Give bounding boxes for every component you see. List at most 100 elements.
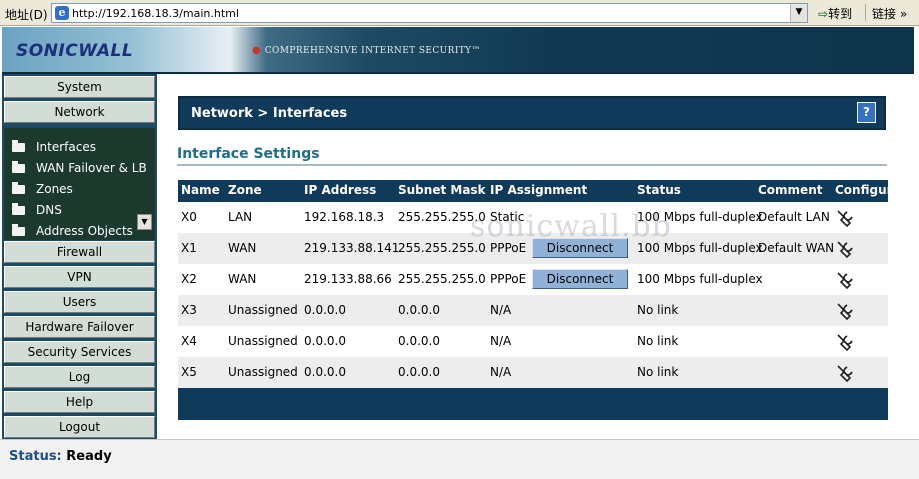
sonicwall-logo: SONICWALL (16, 41, 134, 61)
cell-zone: Unassigned (228, 303, 298, 317)
cell-zone: WAN (228, 241, 257, 255)
go-label: 转到 (828, 7, 853, 21)
configure-icon[interactable] (835, 362, 857, 384)
column-header-assignment: IP Assignment (490, 183, 588, 197)
nav-help[interactable]: Help (4, 391, 155, 413)
status-text: Status: Ready (9, 449, 112, 464)
folder-icon (12, 182, 25, 194)
configure-icon[interactable] (835, 269, 857, 291)
table-row: X3 Unassigned 0.0.0.0 0.0.0.0 N/A No lin… (178, 295, 888, 326)
column-header-mask: Subnet Mask (398, 183, 486, 197)
tagline-text: COMPREHENSIVE INTERNET SECURITY™ (264, 46, 481, 56)
subnav-label: DNS (36, 203, 62, 217)
table-row: X5 Unassigned 0.0.0.0 0.0.0.0 N/A No lin… (178, 357, 888, 388)
cell-name: X0 (181, 210, 197, 224)
subnav-zones[interactable]: Zones (12, 180, 73, 198)
column-header-configure: Configure (835, 183, 901, 197)
cell-mask: 255.255.255.0 (398, 210, 486, 224)
nav-logout[interactable]: Logout (4, 416, 155, 438)
cell-assignment: N/A (490, 334, 512, 348)
nav-vpn[interactable]: VPN (4, 266, 155, 288)
cell-ip: 0.0.0.0 (304, 303, 346, 317)
subnav-label: Zones (36, 182, 73, 196)
links-label: 链接 (872, 7, 897, 21)
sidebar: System Network Interfaces WAN Failover &… (2, 74, 157, 439)
table-row: X4 Unassigned 0.0.0.0 0.0.0.0 N/A No lin… (178, 326, 888, 357)
links-button[interactable]: 链接 » (872, 5, 907, 22)
main-content: Network > Interfaces ? Interface Setting… (157, 74, 914, 439)
nav-log[interactable]: Log (4, 366, 155, 388)
cell-mask: 0.0.0.0 (398, 365, 440, 379)
folder-icon (12, 203, 25, 215)
subnav-wan-failover[interactable]: WAN Failover & LB (12, 159, 147, 177)
cell-status: 100 Mbps full-duplex (637, 210, 763, 224)
go-arrow-icon: ⇨ (818, 7, 829, 21)
disconnect-button[interactable]: Disconnect (532, 238, 628, 258)
scroll-down-button[interactable]: ▼ (137, 214, 152, 230)
url-text: http://192.168.18.3/main.html (72, 7, 239, 20)
configure-icon[interactable] (835, 331, 857, 353)
nav-security-services[interactable]: Security Services (4, 341, 155, 363)
toolbar-separator (865, 4, 866, 21)
cell-name: X3 (181, 303, 197, 317)
subnav-interfaces[interactable]: Interfaces (12, 138, 96, 156)
network-submenu: Interfaces WAN Failover & LB Zones DNS A… (4, 128, 155, 240)
folder-icon (12, 161, 25, 173)
cell-status: 100 Mbps full-duplex (637, 241, 763, 255)
configure-icon[interactable] (835, 300, 857, 322)
cell-zone: LAN (228, 210, 253, 224)
cell-ip: 219.133.88.66 (304, 272, 392, 286)
chevron-down-icon[interactable]: ▼ (790, 4, 807, 22)
table-row: X0 LAN 192.168.18.3 255.255.255.0 Static… (178, 202, 888, 233)
cell-ip: 219.133.88.141 (304, 241, 400, 255)
double-chevron-icon: » (899, 7, 908, 21)
column-header-status: Status (637, 183, 681, 197)
cell-assignment: N/A (490, 303, 512, 317)
ie-page-icon: e (55, 6, 69, 20)
cell-name: X4 (181, 334, 197, 348)
breadcrumb-bar: Network > Interfaces ? (178, 96, 886, 130)
cell-mask: 0.0.0.0 (398, 334, 440, 348)
cell-name: X2 (181, 272, 197, 286)
help-icon[interactable]: ? (857, 102, 876, 123)
header-tagline: ● COMPREHENSIVE INTERNET SECURITY™ (252, 45, 481, 56)
interfaces-table: Name Zone IP Address Subnet Mask IP Assi… (178, 180, 901, 420)
status-label: Status: (9, 449, 62, 464)
nav-network[interactable]: Network (4, 101, 155, 123)
cell-ip: 0.0.0.0 (304, 365, 346, 379)
disconnect-button[interactable]: Disconnect (532, 269, 628, 289)
url-input[interactable]: e http://192.168.18.3/main.html ▼ (51, 3, 808, 23)
bullet-icon: ● (252, 45, 265, 56)
cell-assignment: PPPoE (490, 272, 527, 286)
cell-name: X1 (181, 241, 197, 255)
subnav-address-objects[interactable]: Address Objects (12, 222, 133, 240)
column-header-comment: Comment (758, 183, 823, 197)
status-bar: Status: Ready (0, 439, 919, 479)
subnav-dns[interactable]: DNS (12, 201, 62, 219)
folder-open-icon (12, 140, 25, 152)
cell-name: X5 (181, 365, 197, 379)
nav-hardware-failover[interactable]: Hardware Failover (4, 316, 155, 338)
subnav-label: Interfaces (36, 140, 96, 154)
address-bar: 地址(D) e http://192.168.18.3/main.html ▼ … (0, 0, 919, 26)
breadcrumb: Network > Interfaces (191, 106, 348, 121)
subnav-label: WAN Failover & LB (36, 161, 147, 175)
cell-status: No link (637, 365, 679, 379)
cell-comment: Default WAN (758, 241, 835, 255)
nav-users[interactable]: Users (4, 291, 155, 313)
cell-mask: 255.255.255.0 (398, 272, 486, 286)
folder-icon (12, 224, 25, 236)
cell-status: 100 Mbps full-duplex (637, 272, 763, 286)
go-button[interactable]: ⇨转到 (818, 5, 852, 22)
subnav-label: Address Objects (36, 224, 133, 238)
table-row: X1 WAN 219.133.88.141 255.255.255.0 PPPo… (178, 233, 888, 264)
cell-comment: Default LAN (758, 210, 830, 224)
address-label: 地址(D) (5, 8, 48, 22)
nav-firewall[interactable]: Firewall (4, 241, 155, 263)
cell-zone: Unassigned (228, 365, 298, 379)
configure-icon[interactable] (835, 238, 857, 260)
nav-system[interactable]: System (4, 76, 155, 98)
section-divider (177, 164, 887, 166)
configure-icon[interactable] (835, 207, 857, 229)
cell-assignment: Static (490, 210, 525, 224)
